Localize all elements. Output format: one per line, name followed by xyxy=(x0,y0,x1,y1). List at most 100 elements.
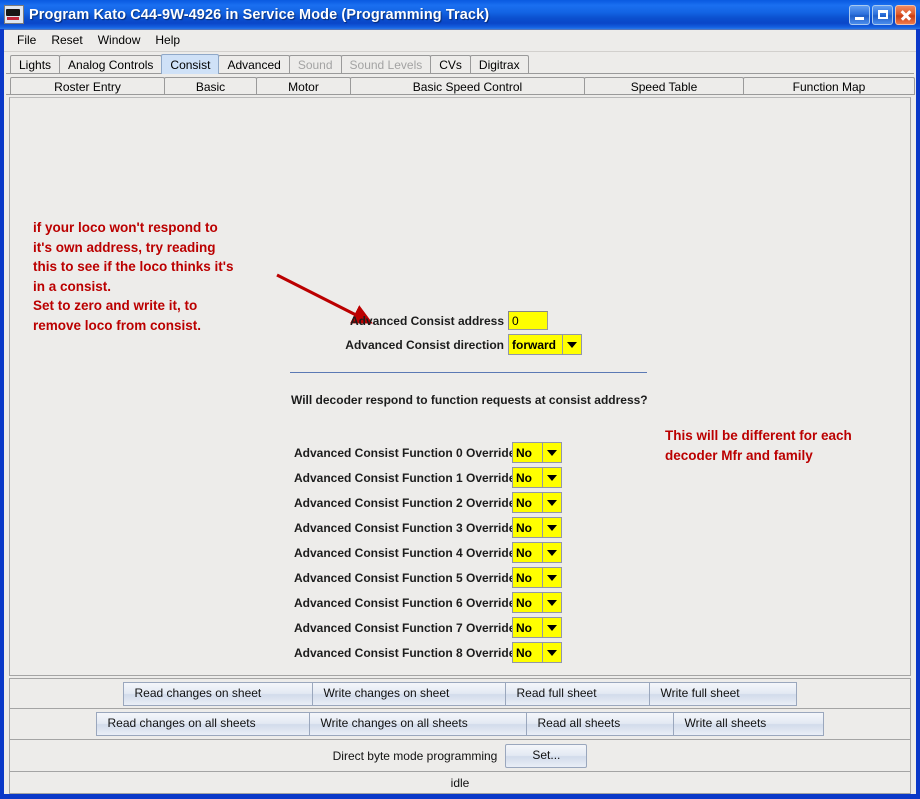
override-row-1: Advanced Consist Function 1 Override No xyxy=(294,467,562,488)
override-row-4: Advanced Consist Function 4 Override No xyxy=(294,542,562,563)
override-label-2: Advanced Consist Function 2 Override xyxy=(294,496,512,510)
chevron-down-icon[interactable] xyxy=(562,334,582,355)
annotation-right-note: This will be different for each decoder … xyxy=(665,426,852,465)
all-sheets-button-bar: Read changes on all sheets Write changes… xyxy=(9,709,911,740)
consist-direction-value: forward xyxy=(508,334,562,355)
chevron-down-icon[interactable] xyxy=(542,567,562,588)
chevron-down-icon[interactable] xyxy=(542,467,562,488)
override-value-2: No xyxy=(512,492,542,513)
tab-row-primary: Lights Analog Controls Consist Advanced … xyxy=(4,52,916,74)
menu-bar: File Reset Window Help xyxy=(4,30,916,52)
chevron-down-icon[interactable] xyxy=(542,592,562,613)
override-label-8: Advanced Consist Function 8 Override xyxy=(294,646,512,660)
maximize-button[interactable] xyxy=(872,5,893,25)
write-changes-on-sheet-button[interactable]: Write changes on sheet xyxy=(312,682,506,706)
status-text: idle xyxy=(451,776,470,790)
close-button[interactable] xyxy=(895,5,916,25)
function-request-question: Will decoder respond to function request… xyxy=(291,393,648,407)
override-row-6: Advanced Consist Function 6 Override No xyxy=(294,592,562,613)
write-full-sheet-button[interactable]: Write full sheet xyxy=(649,682,797,706)
chevron-down-icon[interactable] xyxy=(542,442,562,463)
annotation-left-note: if your loco won't respond to it's own a… xyxy=(33,218,234,335)
override-row-7: Advanced Consist Function 7 Override No xyxy=(294,617,562,638)
chevron-down-icon[interactable] xyxy=(542,617,562,638)
sheet-button-bar: Read changes on sheet Write changes on s… xyxy=(9,678,911,709)
override-row-3: Advanced Consist Function 3 Override No xyxy=(294,517,562,538)
override-label-0: Advanced Consist Function 0 Override xyxy=(294,446,512,460)
content-wrapper: if your loco won't respond to it's own a… xyxy=(4,95,916,676)
write-changes-on-all-sheets-button[interactable]: Write changes on all sheets xyxy=(309,712,527,736)
override-label-4: Advanced Consist Function 4 Override xyxy=(294,546,512,560)
read-changes-on-sheet-button[interactable]: Read changes on sheet xyxy=(123,682,313,706)
tab-speed-table[interactable]: Speed Table xyxy=(584,77,744,95)
tab-sound-levels: Sound Levels xyxy=(341,55,432,74)
window-controls xyxy=(849,5,918,25)
menu-item-help[interactable]: Help xyxy=(148,31,188,50)
override-label-5: Advanced Consist Function 5 Override xyxy=(294,571,512,585)
override-value-3: No xyxy=(512,517,542,538)
direct-byte-mode-label: Direct byte mode programming xyxy=(333,749,498,763)
override-row-8: Advanced Consist Function 8 Override No xyxy=(294,642,562,663)
minimize-button[interactable] xyxy=(849,5,870,25)
client-area: File Reset Window Help Lights Analog Con… xyxy=(4,29,916,794)
consist-address-label: Advanced Consist address xyxy=(324,314,508,328)
override-select-6[interactable]: No xyxy=(512,592,562,613)
override-select-3[interactable]: No xyxy=(512,517,562,538)
override-value-1: No xyxy=(512,467,542,488)
menu-item-reset[interactable]: Reset xyxy=(44,31,90,50)
locomotive-icon xyxy=(4,5,24,24)
read-all-sheets-button[interactable]: Read all sheets xyxy=(526,712,674,736)
tab-lights[interactable]: Lights xyxy=(10,55,60,74)
tab-row-secondary: Roster Entry Basic Motor Basic Speed Con… xyxy=(4,74,916,95)
override-select-1[interactable]: No xyxy=(512,467,562,488)
tab-analog-controls[interactable]: Analog Controls xyxy=(59,55,162,74)
override-select-4[interactable]: No xyxy=(512,542,562,563)
read-full-sheet-button[interactable]: Read full sheet xyxy=(505,682,650,706)
tab-digitrax[interactable]: Digitrax xyxy=(470,55,529,74)
read-changes-on-all-sheets-button[interactable]: Read changes on all sheets xyxy=(96,712,310,736)
title-bar: Program Kato C44-9W-4926 in Service Mode… xyxy=(0,0,920,29)
override-value-8: No xyxy=(512,642,542,663)
override-label-1: Advanced Consist Function 1 Override xyxy=(294,471,512,485)
menu-item-file[interactable]: File xyxy=(10,31,44,50)
tab-function-map[interactable]: Function Map xyxy=(743,77,915,95)
override-select-2[interactable]: No xyxy=(512,492,562,513)
override-row-5: Advanced Consist Function 5 Override No xyxy=(294,567,562,588)
consist-direction-row: Advanced Consist direction forward xyxy=(324,334,582,355)
override-value-7: No xyxy=(512,617,542,638)
menu-item-window[interactable]: Window xyxy=(91,31,149,50)
override-value-6: No xyxy=(512,592,542,613)
chevron-down-icon[interactable] xyxy=(542,542,562,563)
override-value-4: No xyxy=(512,542,542,563)
status-bar: idle xyxy=(9,772,911,794)
tab-advanced[interactable]: Advanced xyxy=(218,55,289,74)
chevron-down-icon[interactable] xyxy=(542,642,562,663)
override-value-0: No xyxy=(512,442,542,463)
tab-motor[interactable]: Motor xyxy=(256,77,351,95)
override-select-7[interactable]: No xyxy=(512,617,562,638)
chevron-down-icon[interactable] xyxy=(542,492,562,513)
override-row-2: Advanced Consist Function 2 Override No xyxy=(294,492,562,513)
window-title: Program Kato C44-9W-4926 in Service Mode… xyxy=(29,7,849,23)
chevron-down-icon[interactable] xyxy=(542,517,562,538)
override-select-8[interactable]: No xyxy=(512,642,562,663)
tab-basic[interactable]: Basic xyxy=(164,77,257,95)
tab-roster-entry[interactable]: Roster Entry xyxy=(10,77,165,95)
write-all-sheets-button[interactable]: Write all sheets xyxy=(673,712,824,736)
consist-address-input[interactable]: 0 xyxy=(508,311,548,330)
override-select-5[interactable]: No xyxy=(512,567,562,588)
override-row-0: Advanced Consist Function 0 Override No xyxy=(294,442,562,463)
tab-cvs[interactable]: CVs xyxy=(430,55,471,74)
consist-direction-label: Advanced Consist direction xyxy=(324,338,508,352)
section-divider xyxy=(290,372,647,373)
consist-direction-select[interactable]: forward xyxy=(508,334,582,355)
tab-consist[interactable]: Consist xyxy=(161,54,219,74)
consist-panel: if your loco won't respond to it's own a… xyxy=(9,97,911,676)
application-window: Program Kato C44-9W-4926 in Service Mode… xyxy=(0,0,920,799)
tab-sound: Sound xyxy=(289,55,342,74)
override-label-7: Advanced Consist Function 7 Override xyxy=(294,621,512,635)
override-select-0[interactable]: No xyxy=(512,442,562,463)
consist-address-row: Advanced Consist address 0 xyxy=(324,311,548,330)
tab-basic-speed-control[interactable]: Basic Speed Control xyxy=(350,77,585,95)
set-button[interactable]: Set... xyxy=(505,744,587,768)
